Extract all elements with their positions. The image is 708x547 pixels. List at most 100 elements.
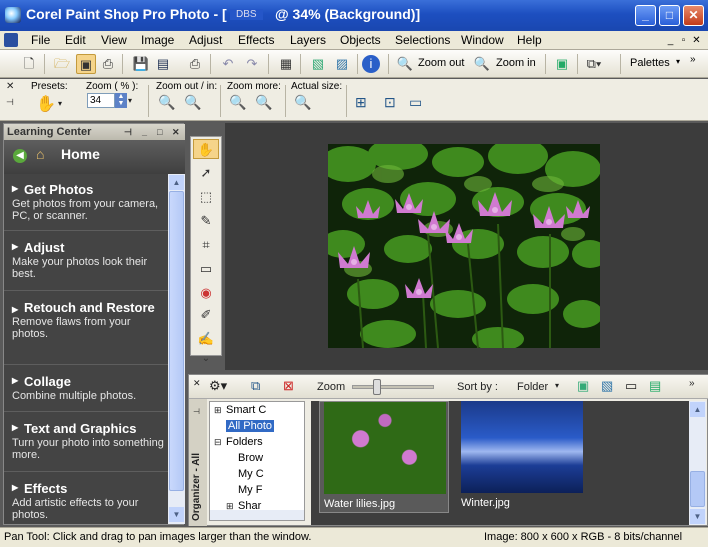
redo-icon[interactable]: ↷ (242, 54, 262, 74)
zoom-pct-dropdown-icon[interactable]: ▾ (128, 96, 132, 105)
collapse-folders-icon[interactable]: ⊟ (214, 437, 222, 448)
tree-item-my-f[interactable]: My F (238, 484, 262, 496)
selection-tool-icon[interactable]: ⬚ (193, 187, 219, 207)
actual-size-icon[interactable]: 🔍 (294, 94, 311, 111)
organizer-pin-icon[interactable]: ⊣ (193, 407, 200, 416)
back-arrow-icon[interactable]: ◀ (13, 149, 27, 163)
dropper-tool-icon[interactable]: ✎ (193, 211, 219, 231)
pan-preset-icon[interactable]: ✋ (36, 94, 56, 114)
full-screen-icon[interactable]: ▭ (409, 94, 422, 111)
image-tool2-icon[interactable]: ▨ (332, 54, 352, 74)
open-folder-icon[interactable]: 🗁 (52, 54, 72, 74)
tree-item-folders[interactable]: Folders (226, 436, 263, 448)
minimize-palette-icon[interactable]: _ (142, 124, 147, 140)
menu-adjust[interactable]: Adjust (189, 33, 222, 47)
palettes-menu[interactable]: Palettes (630, 57, 670, 69)
zoom-in-tool-icon[interactable]: 🔍 (184, 94, 201, 111)
copy-dropdown-icon[interactable]: ⧉▾ (584, 54, 604, 74)
zoom-slider[interactable] (352, 385, 434, 389)
browse-folders-icon[interactable]: ⧉ (251, 378, 260, 394)
fit-image-icon[interactable]: ⊡ (384, 94, 396, 111)
scan-icon[interactable]: ⎙ (98, 54, 118, 74)
learn-item-effects[interactable]: Effects Add artistic effects to your pho… (4, 473, 168, 524)
expand-smart-icon[interactable]: ⊞ (214, 405, 222, 416)
thumb-scroll-down-icon[interactable]: ▼ (690, 509, 705, 524)
enhance-photo-icon[interactable]: ▣ (552, 54, 572, 74)
fit-window-icon[interactable]: ⊞ (355, 94, 367, 111)
maximize-button[interactable]: □ (659, 5, 680, 26)
zoom-percent-input[interactable] (87, 93, 115, 108)
image-canvas[interactable] (225, 123, 708, 370)
doc-minimize-icon[interactable]: _ (665, 35, 676, 46)
menu-help[interactable]: Help (517, 33, 542, 47)
red-eye-tool-icon[interactable]: ◉ (193, 283, 219, 303)
menu-selections[interactable]: Selections (395, 33, 450, 47)
thumbnail-winter[interactable]: Winter.jpg (457, 401, 587, 513)
slideshow-icon[interactable]: ▭ (625, 378, 637, 394)
tree-item-all-photos[interactable]: All Photo (226, 420, 275, 432)
tree-hscrollbar[interactable] (210, 510, 304, 520)
thumbnail-water-lilies[interactable]: Water lilies.jpg (319, 401, 449, 513)
thumb-action1-icon[interactable]: ▣ (577, 378, 589, 394)
menu-view[interactable]: View (101, 33, 127, 47)
close-palette-icon[interactable]: ✕ (6, 81, 14, 92)
thumb-action2-icon[interactable]: ▧ (601, 378, 613, 394)
scroll-down-icon[interactable]: ▼ (169, 507, 184, 522)
thumb-scroll-up-icon[interactable]: ▲ (690, 402, 705, 417)
pick-tool-icon[interactable]: ➚ (193, 163, 219, 183)
tree-item-browse[interactable]: Brow (238, 452, 263, 464)
tree-item-smart[interactable]: Smart C (226, 404, 266, 416)
zoom-more-out-icon[interactable]: 🔍 (229, 94, 246, 111)
menu-edit[interactable]: Edit (65, 33, 86, 47)
toolbar-overflow-icon[interactable]: » (690, 54, 696, 65)
learning-scrollbar[interactable]: ▲ ▼ (168, 174, 185, 524)
zoom-more-in-icon[interactable]: 🔍 (255, 94, 272, 111)
undo-icon[interactable]: ↶ (218, 54, 238, 74)
organizer-overflow-icon[interactable]: » (689, 378, 695, 389)
document-icon[interactable] (4, 33, 18, 47)
save-as-icon[interactable]: ▤ (153, 54, 173, 74)
pin-icon[interactable]: ⊣ (124, 124, 132, 140)
thumbnail-scrollbar[interactable]: ▲ ▼ (689, 401, 706, 525)
scroll-thumb[interactable] (169, 191, 184, 491)
preset-dropdown-icon[interactable]: ▾ (58, 99, 62, 108)
sort-dropdown-icon[interactable]: ▾ (555, 381, 559, 390)
share-icon[interactable]: ▤ (649, 378, 661, 394)
sort-by-select[interactable]: Folder (517, 381, 548, 393)
palettes-chevron-icon[interactable]: ▾ (676, 57, 680, 66)
zoom-in-label[interactable]: Zoom in (496, 57, 536, 69)
zoom-slider-thumb[interactable] (372, 379, 381, 395)
remove-icon[interactable]: ⊠ (283, 378, 294, 394)
zoom-in-icon[interactable]: 🔍 (472, 54, 492, 74)
learn-item-text-graphics[interactable]: Text and Graphics Turn your photo into s… (4, 413, 168, 472)
crop-tool-icon[interactable]: ⌗ (193, 235, 219, 255)
zoom-out-label[interactable]: Zoom out (418, 57, 464, 69)
home-icon[interactable]: ⌂ (36, 146, 44, 162)
learn-item-collage[interactable]: Collage Combine multiple photos. (4, 366, 168, 412)
history-icon[interactable]: ▦ (276, 54, 296, 74)
zoom-spinner[interactable]: ▲ ▼ (115, 93, 127, 108)
image-tool-icon[interactable]: ▧ (308, 54, 328, 74)
close-organizer-icon[interactable]: ✕ (193, 378, 201, 389)
learn-item-get-photos[interactable]: Get Photos Get photos from your camera, … (4, 174, 168, 231)
print-icon[interactable]: ⎙ (185, 54, 205, 74)
organizer-options-icon[interactable]: ⚙▾ (209, 378, 227, 394)
home-label[interactable]: Home (61, 146, 100, 162)
close-learning-icon[interactable]: ✕ (172, 124, 180, 140)
maximize-palette-icon[interactable]: □ (157, 124, 162, 140)
info-icon[interactable]: i (362, 55, 380, 73)
learn-item-retouch[interactable]: Retouch and Restore Remove flaws from yo… (4, 292, 168, 365)
scroll-up-icon[interactable]: ▲ (169, 175, 184, 190)
pin-palette-icon[interactable]: ⊣ (6, 97, 14, 108)
pan-tool-icon[interactable]: ✋ (193, 139, 219, 159)
straighten-tool-icon[interactable]: ▭ (193, 259, 219, 279)
close-button[interactable]: ✕ (683, 5, 704, 26)
tree-item-my-c[interactable]: My C (238, 468, 264, 480)
learn-item-adjust[interactable]: Adjust Make your photos look their best. (4, 232, 168, 291)
zoom-out-icon[interactable]: 🔍 (395, 54, 415, 74)
new-file-icon[interactable]: 🗋 (19, 54, 39, 74)
browse-icon[interactable]: ▣ (76, 54, 96, 74)
menu-effects[interactable]: Effects (238, 33, 274, 47)
thumb-scroll-thumb[interactable] (690, 471, 705, 507)
menu-objects[interactable]: Objects (340, 33, 381, 47)
